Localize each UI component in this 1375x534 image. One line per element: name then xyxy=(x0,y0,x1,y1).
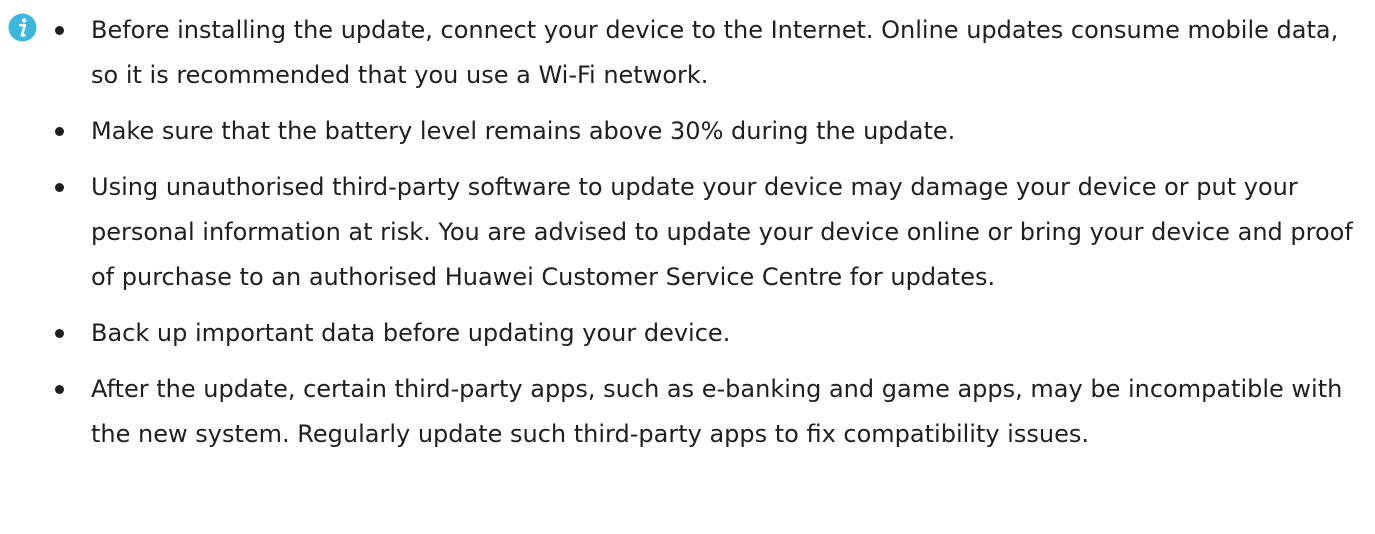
tip-text: Before installing the update, connect yo… xyxy=(91,16,1339,89)
bullet-icon xyxy=(55,26,64,35)
bullet-icon xyxy=(55,329,64,338)
tip-text: Back up important data before updating y… xyxy=(91,319,731,347)
list-item: After the update, certain third-party ap… xyxy=(55,367,1365,457)
info-icon xyxy=(8,13,37,42)
bullet-icon xyxy=(55,127,64,136)
list-item: Make sure that the battery level remains… xyxy=(55,109,1365,154)
list-item: Before installing the update, connect yo… xyxy=(55,8,1365,98)
tip-text: Using unauthorised third-party software … xyxy=(91,173,1353,291)
bullet-icon xyxy=(55,183,64,192)
bullet-icon xyxy=(55,385,64,394)
list-item: Using unauthorised third-party software … xyxy=(55,165,1365,300)
update-notes: Before installing the update, connect yo… xyxy=(0,0,1375,534)
list-item: Back up important data before updating y… xyxy=(55,311,1365,356)
tip-text: After the update, certain third-party ap… xyxy=(91,375,1343,448)
tip-text: Make sure that the battery level remains… xyxy=(91,117,956,145)
tips-list: Before installing the update, connect yo… xyxy=(55,8,1365,468)
